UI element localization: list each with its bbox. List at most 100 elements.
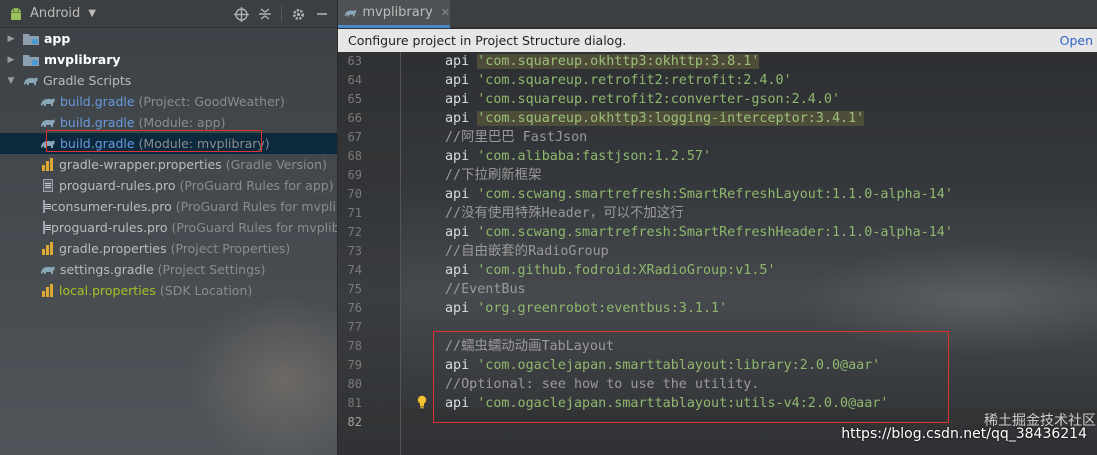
tree-item-hint: (Project Settings) (157, 262, 266, 277)
tree-item-hint: (Project: GoodWeather) (138, 94, 285, 109)
tree-item[interactable]: proguard-rules.pro (ProGuard Rules for ap… (0, 175, 337, 196)
code-line[interactable]: api 'com.squareup.retrofit2:retrofit:2.4… (445, 71, 792, 90)
code-string: 'com.github.fodroid:XRadioGroup:v1.5' (477, 263, 776, 278)
expand-arrow-icon[interactable]: ▼ (4, 76, 18, 86)
chevron-down-icon: ▼ (88, 8, 96, 19)
code-line[interactable]: //自由嵌套的RadioGroup (445, 242, 609, 261)
tree-item-label: build.gradle (60, 115, 135, 130)
code-line[interactable]: //EventBus (445, 280, 526, 299)
properties-file-icon (42, 242, 54, 255)
gear-icon[interactable] (288, 4, 308, 24)
locate-target-icon[interactable] (231, 4, 251, 24)
code-keyword: api (445, 301, 478, 316)
collapse-arrow-icon[interactable]: ▶ (4, 34, 18, 44)
code-line[interactable]: api 'com.alibaba:fastjson:1.2.57' (445, 147, 711, 166)
line-number: 81 (347, 396, 362, 410)
collapse-arrow-icon[interactable]: ▶ (4, 55, 18, 65)
tree-item-hint: (Project Properties) (170, 241, 291, 256)
code-line[interactable]: //阿里巴巴 FastJson (445, 128, 587, 147)
tree-item[interactable]: settings.gradle (Project Settings) (0, 259, 337, 280)
code-line[interactable]: api 'com.github.fodroid:XRadioGroup:v1.5… (445, 261, 776, 280)
android-icon (11, 7, 21, 20)
line-number: 66 (347, 111, 362, 125)
line-number: 74 (347, 263, 362, 277)
tree-item[interactable]: consumer-rules.pro (ProGuard Rules for mv… (0, 196, 337, 217)
line-number: 79 (347, 358, 362, 372)
tree-item[interactable]: build.gradle (Project: GoodWeather) (0, 91, 337, 112)
code-keyword: api (445, 54, 478, 69)
tree-item-hint: (Gradle Version) (225, 157, 327, 172)
line-number: 77 (347, 320, 362, 334)
tree-item-label: proguard-rules.pro (51, 220, 168, 235)
file-icon (43, 200, 51, 213)
line-number: 76 (347, 301, 362, 315)
tree-item[interactable]: ▼ Gradle Scripts (0, 70, 337, 91)
code-keyword: api (445, 149, 478, 164)
line-number: 73 (347, 244, 362, 258)
tab-mvplibrary[interactable]: mvplibrary ✕ (338, 0, 450, 28)
code-keyword: api (445, 111, 478, 126)
editor: mvplibrary ✕ Configure project in Projec… (338, 0, 1097, 455)
tree-item-label: settings.gradle (60, 262, 154, 277)
code-line[interactable]: api 'com.squareup.okhttp3:logging-interc… (445, 109, 865, 128)
code-keyword: api (445, 263, 478, 278)
watermark-url: https://blog.csdn.net/qq_38436214 (841, 426, 1087, 442)
code-keyword: api (445, 225, 478, 240)
code-line[interactable]: api 'com.squareup.retrofit2:converter-gs… (445, 90, 840, 109)
file-icon (43, 221, 51, 234)
tree-item-label: proguard-rules.pro (59, 178, 176, 193)
code-string: 'com.squareup.retrofit2:retrofit:2.4.0' (477, 73, 792, 88)
code-line[interactable]: //没有使用特殊Header，可以不加这行 (445, 204, 684, 223)
tree-item-label: consumer-rules.pro (51, 199, 172, 214)
view-mode-label: Android (30, 6, 81, 21)
project-tree: ▶ app ▶ mvplibrary ▼ Gradle Scripts build.grad… (0, 28, 337, 301)
tree-item-label: mvplibrary (44, 52, 121, 67)
code-string: 'com.alibaba:fastjson:1.2.57' (477, 149, 712, 164)
tree-item-label: gradle-wrapper.properties (59, 157, 222, 172)
line-number: 67 (347, 130, 362, 144)
code-string: 'com.scwang.smartrefresh:SmartRefreshHea… (477, 225, 953, 240)
tree-item[interactable]: gradle-wrapper.properties (Gradle Version… (0, 154, 337, 175)
collapse-all-icon[interactable] (255, 4, 275, 24)
code-line[interactable]: api 'com.scwang.smartrefresh:SmartRefres… (445, 223, 953, 242)
file-icon (43, 179, 53, 192)
line-number: 64 (347, 73, 362, 87)
code-line[interactable]: //下拉刷新框架 (445, 166, 541, 185)
tree-item-hint: (Module: app) (138, 115, 226, 130)
lightbulb-icon[interactable] (416, 395, 428, 409)
tree-item-label: local.properties (59, 283, 156, 298)
annotation-highlight-box (46, 130, 262, 152)
line-number: 75 (347, 282, 362, 296)
notification-text: Configure project in Project Structure d… (348, 33, 627, 48)
gutter-divider (400, 52, 401, 455)
tree-item[interactable]: ▶ app (0, 28, 337, 49)
code-comment: //EventBus (445, 282, 526, 297)
line-number: 69 (347, 168, 362, 182)
code-comment: //阿里巴巴 FastJson (445, 130, 588, 145)
tree-item[interactable]: ▶ mvplibrary (0, 49, 337, 70)
line-number: 65 (347, 92, 362, 106)
code-comment: //下拉刷新框架 (445, 168, 542, 183)
line-number: 70 (347, 187, 362, 201)
line-number: 68 (347, 149, 362, 163)
code-line[interactable]: api 'com.squareup.okhttp3:okhttp:3.8.1' (445, 52, 760, 71)
close-icon[interactable]: ✕ (441, 6, 450, 19)
code-line[interactable]: api 'org.greenrobot:eventbus:3.1.1' (445, 299, 727, 318)
annotation-highlight-box (433, 331, 949, 423)
tree-item[interactable]: proguard-rules.pro (ProGuard Rules for mv… (0, 217, 337, 238)
open-link[interactable]: Open (1060, 33, 1093, 48)
tree-item[interactable]: gradle.properties (Project Properties) (0, 238, 337, 259)
line-number: 63 (347, 54, 362, 68)
tree-item-hint: (ProGuard Rules for app) (179, 178, 334, 193)
code-comment: //自由嵌套的RadioGroup (445, 244, 609, 259)
view-mode-select[interactable]: Android ▼ (30, 6, 96, 21)
code-string: 'com.squareup.okhttp3:okhttp:3.8.1' (477, 54, 760, 69)
code-string: 'com.squareup.retrofit2:converter-gson:2… (477, 92, 841, 107)
gradle-icon (40, 117, 56, 129)
tree-item[interactable]: local.properties (SDK Location) (0, 280, 337, 301)
minimize-icon[interactable] (312, 4, 332, 24)
code-line[interactable]: api 'com.scwang.smartrefresh:SmartRefres… (445, 185, 953, 204)
tree-item-hint: (SDK Location) (159, 283, 253, 298)
line-number: 72 (347, 225, 362, 239)
code-keyword: api (445, 73, 478, 88)
